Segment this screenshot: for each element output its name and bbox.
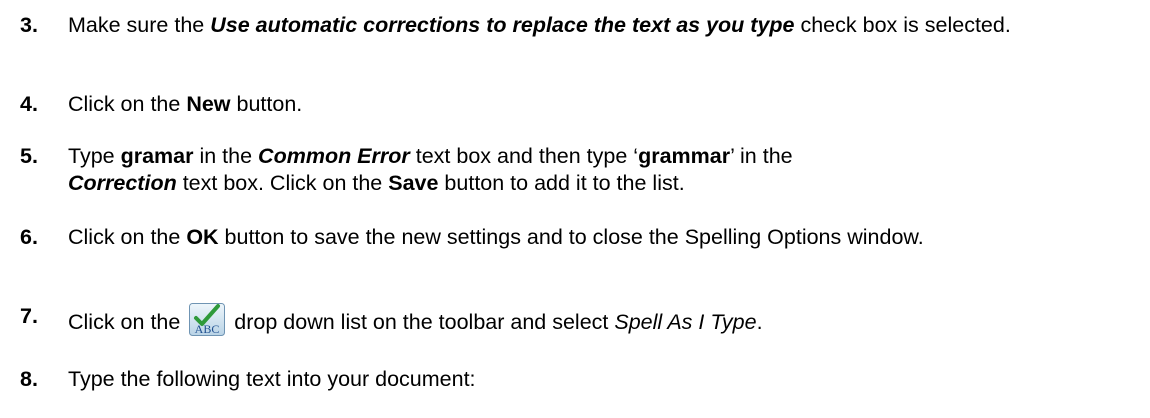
button-name-emphasis: New: [186, 92, 231, 116]
step-text: Type the following text into your docume…: [68, 366, 1143, 393]
step-text-plain: Make sure the: [68, 13, 211, 37]
step-text-plain: Click on the: [68, 92, 187, 116]
step-text-plain: ’ in the: [730, 144, 793, 168]
step-number: 7.: [20, 304, 38, 328]
step-text-plain: Click on the: [68, 225, 187, 249]
spell-check-abc-icon: ABC: [189, 303, 226, 336]
field-name-emphasis: Correction: [68, 171, 177, 195]
menu-item-emphasis: Spell As I Type: [614, 310, 757, 334]
step-text-plain: button to save the new settings and to c…: [218, 225, 924, 249]
step-text-plain: Click on the: [68, 310, 187, 334]
step-text-plain: Type the following text into your docume…: [68, 367, 476, 391]
step-number: 6.: [20, 225, 38, 249]
step-text-plain: text box and then type ‘: [409, 144, 639, 168]
typed-text-emphasis: gramar: [120, 144, 194, 168]
step-text-plain: button.: [230, 92, 303, 116]
step-text: Type gramar in the Common Error text box…: [68, 143, 1143, 197]
button-name-emphasis: Save: [388, 171, 439, 195]
step-text-plain: .: [756, 310, 763, 334]
step-text-plain: Type: [68, 144, 121, 168]
step-number: 3.: [20, 13, 38, 37]
step-text: Make sure the Use automatic corrections …: [68, 12, 1143, 39]
step-text-plain: check box is selected.: [794, 13, 1011, 37]
step-text-plain: button to add it to the list.: [438, 171, 685, 195]
step-text-plain: text box. Click on the: [176, 171, 389, 195]
step-text: Click on the New button.: [68, 91, 1143, 118]
step-number: 5.: [20, 144, 38, 168]
step-text: Click on the ABC drop down list on the t…: [68, 303, 1143, 336]
field-name-emphasis: Common Error: [258, 144, 410, 168]
step-text-plain: drop down list on the toolbar and select: [228, 310, 615, 334]
option-name-emphasis: Use automatic corrections to replace the…: [210, 13, 795, 37]
step-text-plain: in the: [193, 144, 259, 168]
svg-text:ABC: ABC: [195, 322, 220, 336]
step-number: 4.: [20, 92, 38, 116]
button-name-emphasis: OK: [186, 225, 219, 249]
typed-text-emphasis: grammar: [638, 144, 731, 168]
step-number: 8.: [20, 367, 38, 391]
step-text: Click on the OK button to save the new s…: [68, 224, 1143, 251]
